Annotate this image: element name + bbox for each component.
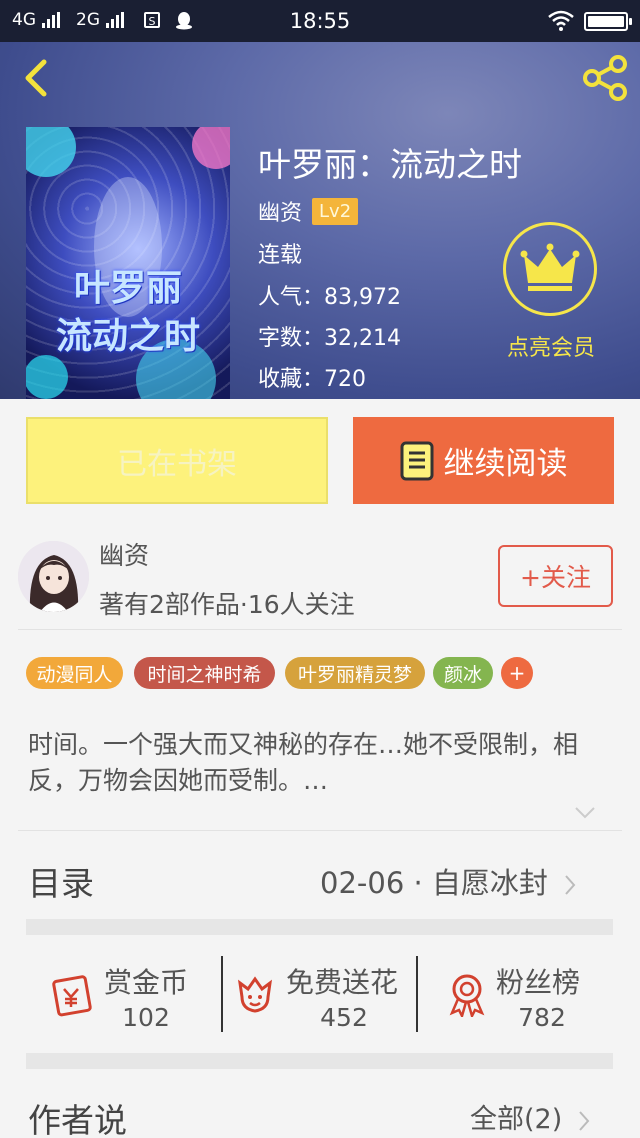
crown-icon (520, 243, 580, 291)
clock: 18:55 (289, 9, 351, 33)
stat-label: 粉丝榜 (496, 966, 581, 999)
tag-item[interactable]: 叶罗丽精灵梦 (285, 657, 425, 689)
latest-chapter-link[interactable]: 02-06 · 自愿冰封 (320, 860, 577, 902)
author-says-label: 作者说 (28, 1101, 127, 1138)
stat-value: 782 (518, 1003, 566, 1032)
author-says-all-link[interactable]: 全部(2) (470, 1097, 591, 1136)
divider (221, 956, 223, 1032)
book-description[interactable]: 时间。一个强大而又神秘的存在…她不受限制，相反，万物会因她而受制。… (28, 727, 608, 799)
book-cover[interactable]: 叶罗丽 流动之时 (26, 127, 230, 399)
book-icon (400, 441, 433, 480)
stat-value: 452 (320, 1003, 368, 1032)
author-says-all: 全部(2) (470, 1104, 563, 1135)
coin-envelope-icon (52, 975, 92, 1017)
share-icon[interactable] (580, 54, 630, 102)
author-name[interactable]: 幽资 (258, 195, 302, 227)
divider (18, 830, 622, 831)
reward-coins-item[interactable]: 赏金币 102 (48, 963, 220, 1043)
latest-chapter: 02-06 · 自愿冰封 (320, 866, 548, 900)
author-line: 幽资 Lv2 (258, 195, 359, 227)
word-count-stat: 字数：32,214 (258, 326, 401, 351)
divider (18, 629, 622, 630)
cover-title-line2: 流动之时 (55, 316, 200, 357)
author-avatar[interactable] (18, 541, 89, 612)
follow-button[interactable]: +关注 (498, 545, 613, 607)
divider (416, 956, 418, 1032)
continue-reading-button[interactable]: 继续阅读 (353, 417, 614, 504)
book-status: 连载 (258, 243, 303, 268)
stat-label: 赏金币 (104, 966, 189, 999)
stat-value: 102 (122, 1003, 170, 1032)
stat-label: 免费送花 (286, 966, 399, 999)
author-card-summary: 著有2部作品·16人关注 (99, 590, 355, 619)
vip-button[interactable] (503, 222, 597, 316)
wifi-icon (548, 10, 574, 31)
toc-label[interactable]: 目录 (28, 857, 94, 905)
fan-ranking-item[interactable]: 粉丝榜 782 (444, 963, 614, 1043)
author-card-name[interactable]: 幽资 (99, 536, 149, 572)
status-bar: 4G 2G S 18:55 (0, 0, 640, 42)
book-title: 叶罗丽：流动之时 (258, 145, 522, 184)
tag-item[interactable]: 颜冰 (433, 657, 493, 689)
add-tag-button[interactable]: + (501, 657, 533, 689)
continue-reading-label: 继续阅读 (443, 446, 568, 482)
back-icon[interactable] (18, 56, 58, 100)
chevron-right-icon (565, 875, 576, 895)
send-flower-item[interactable]: 免费送花 452 (232, 963, 412, 1043)
cover-title-line1: 叶罗丽 (73, 268, 182, 309)
author-level-badge: Lv2 (312, 197, 359, 225)
chevron-right-icon (579, 1110, 590, 1131)
on-shelf-button[interactable]: 已在书架 (26, 417, 328, 504)
medal-icon (449, 974, 485, 1017)
chevron-down-icon[interactable] (573, 805, 597, 821)
flower-icon (238, 976, 272, 1013)
popularity-stat: 人气：83,972 (258, 285, 401, 310)
section-separator (26, 1053, 613, 1069)
on-shelf-label: 已在书架 (117, 446, 237, 482)
favorites-stat: 收藏：720 (258, 367, 366, 392)
tag-item[interactable]: 动漫同人 (26, 657, 123, 689)
section-separator (26, 919, 613, 935)
tag-item[interactable]: 时间之神时希 (134, 657, 275, 689)
vip-label[interactable]: 点亮会员 (492, 330, 610, 362)
battery-icon (584, 12, 632, 31)
